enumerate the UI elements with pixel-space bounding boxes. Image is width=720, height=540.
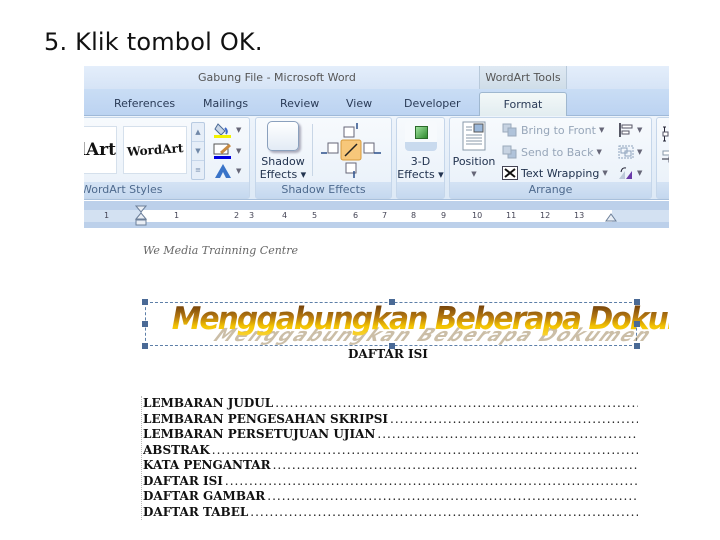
pencil-icon xyxy=(213,143,231,159)
indent-marker-right[interactable] xyxy=(605,213,617,223)
group-label-size xyxy=(657,182,669,198)
window-title: Gabung File - Microsoft Word xyxy=(198,71,356,84)
group-size xyxy=(656,117,669,199)
tab-developer[interactable]: Developer xyxy=(404,97,461,110)
tab-format[interactable]: Format xyxy=(479,92,567,117)
toc-entry: DAFTAR TABEL xyxy=(143,505,638,521)
toc-entry: DAFTAR GAMBAR xyxy=(143,489,638,505)
shape-height-icon[interactable] xyxy=(661,126,669,142)
shadow-effects-icon xyxy=(267,121,299,151)
word-window: Gabung File - Microsoft Word WordArt Too… xyxy=(84,66,669,528)
gallery-down-icon[interactable]: ▼ xyxy=(192,142,204,161)
dropdown-arrow-icon: ▼ xyxy=(471,170,477,178)
toc-entry: KATA PENGANTAR xyxy=(143,458,638,474)
3d-cube-icon xyxy=(404,121,437,151)
resize-handle-ml[interactable] xyxy=(142,321,148,327)
dropdown-arrow-icon: ▼ xyxy=(236,147,242,155)
separator xyxy=(312,124,313,176)
dropdown-arrow-icon: ▼ xyxy=(602,169,608,177)
wordart-tools-header: WordArt Tools xyxy=(479,66,567,89)
rotate-icon xyxy=(619,167,632,179)
resize-handle-tc[interactable] xyxy=(389,299,395,305)
align-icon xyxy=(619,123,633,137)
nudge-up-icon xyxy=(343,123,358,138)
shape-width-icon[interactable] xyxy=(661,150,669,164)
text-wrapping-icon xyxy=(502,166,518,180)
gallery-up-icon[interactable]: ▲ xyxy=(192,123,204,142)
tab-view[interactable]: View xyxy=(346,97,372,110)
dropdown-arrow-icon: ▼ xyxy=(637,169,643,177)
toc-entry: LEMBARAN PENGESAHAN SKRIPSI xyxy=(143,412,638,428)
tab-mailings[interactable]: Mailings xyxy=(203,97,248,110)
toc-heading: DAFTAR ISI xyxy=(348,347,428,361)
group-label-arrange: Arrange xyxy=(450,182,651,198)
resize-handle-tr[interactable] xyxy=(634,299,640,305)
resize-handle-tl[interactable] xyxy=(142,299,148,305)
dropdown-arrow-icon: ▼ xyxy=(596,148,602,156)
change-shape-button[interactable]: ▼ xyxy=(213,163,241,179)
nudge-left-icon xyxy=(321,142,339,154)
shape-fill-button[interactable]: ▼ xyxy=(213,122,241,138)
send-to-back-icon xyxy=(502,145,517,159)
dropdown-arrow-icon: ▼ xyxy=(637,126,643,134)
shadow-nudge-pad[interactable] xyxy=(318,121,384,179)
group-label-shadow-effects: Shadow Effects xyxy=(256,182,391,198)
indent-marker-left[interactable] xyxy=(135,205,147,227)
wordart-text: Menggabungkan Beberapa Dokumen xyxy=(172,301,669,337)
toc-entry: LEMBARAN PERSETUJUAN UJIAN xyxy=(143,427,638,443)
slide-title: 5. Klik tombol OK. xyxy=(44,28,263,56)
table-of-contents: LEMBARAN JUDUL LEMBARAN PENGESAHAN SKRIP… xyxy=(143,396,638,520)
nudge-down-icon xyxy=(345,162,357,178)
dropdown-arrow-icon: ▼ xyxy=(236,167,242,175)
group-objects-icon xyxy=(618,145,634,159)
title-bar: Gabung File - Microsoft Word xyxy=(84,66,669,89)
tab-review[interactable]: Review xyxy=(280,97,319,110)
group-shadow-effects: Shadow Effects ▾ Shadow Effects xyxy=(255,117,392,199)
rotate-button[interactable]: ▼ xyxy=(618,166,642,180)
group-label-wordart-styles: WordArt Styles xyxy=(84,182,249,198)
align-button[interactable]: ▼ xyxy=(618,123,642,137)
position-button[interactable]: Position ▼ xyxy=(450,121,498,181)
toc-entry: DAFTAR ISI xyxy=(143,474,638,490)
wordart-style-thumb-2[interactable]: WordArt xyxy=(123,126,187,174)
3d-effects-button[interactable]: 3-D Effects ▾ xyxy=(397,121,444,181)
horizontal-ruler[interactable]: 1 1 2 3 4 5 6 7 8 9 10 11 12 13 xyxy=(84,201,669,228)
paint-bucket-icon xyxy=(214,123,231,138)
shadow-effects-button[interactable]: Shadow Effects ▾ xyxy=(259,121,307,181)
ribbon-tabs: References Mailings Review View Develope… xyxy=(84,89,669,117)
wordart-shape-icon xyxy=(215,164,231,178)
resize-handle-bl[interactable] xyxy=(142,343,148,349)
resize-handle-br[interactable] xyxy=(634,343,640,349)
position-icon xyxy=(462,121,486,151)
bring-to-front-icon xyxy=(502,123,517,137)
bring-to-front-button[interactable]: Bring to Front ▼ xyxy=(502,123,604,137)
gallery-scrollbar[interactable]: ▲ ▼ ≡ xyxy=(191,122,205,180)
group-objects-button[interactable]: ▼ xyxy=(618,145,642,159)
text-wrapping-button[interactable]: Text Wrapping ▼ xyxy=(502,166,608,180)
page-header-text: We Media Trainning Centre xyxy=(143,244,298,257)
ribbon: dArt WordArt ▲ ▼ ≡ ▼ xyxy=(84,116,669,200)
toc-entry: ABSTRAK xyxy=(143,443,638,459)
dropdown-arrow-icon: ▼ xyxy=(236,126,242,134)
document-page[interactable]: We Media Trainning Centre Menggabungkan … xyxy=(84,228,669,528)
group-arrange: Position ▼ Bring to Front ▼ Send to Back… xyxy=(449,117,652,199)
wordart-object[interactable]: Menggabungkan Beberapa Dokumen Menggabun… xyxy=(142,299,669,349)
toc-entry: LEMBARAN JUDUL xyxy=(143,396,638,412)
shape-outline-button[interactable]: ▼ xyxy=(213,143,241,159)
resize-handle-mr[interactable] xyxy=(634,321,640,327)
tab-references[interactable]: References xyxy=(114,97,175,110)
group-label-3d xyxy=(397,182,444,198)
nudge-right-icon xyxy=(363,142,381,154)
group-wordart-styles: dArt WordArt ▲ ▼ ≡ ▼ xyxy=(84,117,250,199)
dropdown-arrow-icon: ▼ xyxy=(637,148,643,156)
gallery-more-icon[interactable]: ≡ xyxy=(192,161,204,180)
dropdown-arrow-icon: ▼ xyxy=(598,126,605,134)
group-3d-effects: 3-D Effects ▾ xyxy=(396,117,445,199)
wordart-style-thumb-1[interactable]: dArt xyxy=(84,126,117,174)
send-to-back-button[interactable]: Send to Back ▼ xyxy=(502,145,602,159)
